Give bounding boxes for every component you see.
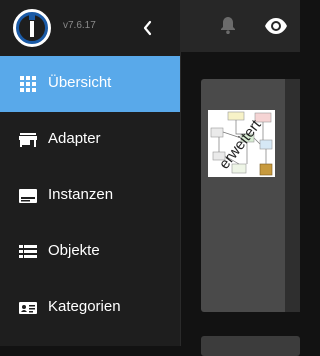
bell-icon [221, 17, 235, 34]
sidebar-item-label: Objekte [48, 242, 100, 259]
list-icon [18, 242, 38, 262]
sidebar-item-kategorien[interactable]: Kategorien [0, 280, 180, 336]
sidebar-item-label: Kategorien [48, 298, 121, 315]
collapse-sidebar-button[interactable] [138, 14, 158, 42]
instances-icon [18, 186, 38, 206]
sidebar-item-label: Übersicht [48, 74, 112, 91]
svg-text:erweitert: erweitert [216, 116, 265, 172]
card-image: erweitert [208, 110, 275, 177]
grid-icon [18, 74, 38, 94]
sidebar-item-label: Instanzen [48, 186, 114, 203]
content-divider [180, 52, 181, 346]
sidebar-item-instanzen[interactable]: Instanzen [0, 168, 180, 224]
notifications-button[interactable] [218, 15, 238, 35]
sidebar-item-objekte[interactable]: Objekte [0, 224, 180, 280]
chevron-left-icon [143, 20, 152, 36]
categories-icon [18, 298, 38, 318]
logo-icon[interactable] [12, 8, 52, 48]
sidebar-item-uebersicht[interactable]: Übersicht [0, 56, 180, 112]
card-image-caption: erweitert [216, 116, 265, 172]
sidebar-item-label: Adapter [48, 130, 101, 147]
top-bar [180, 0, 300, 52]
second-card[interactable] [201, 336, 300, 356]
sidebar-nav: Übersicht Adapter Instanzen Objekte Kate… [0, 56, 180, 336]
app-version: v7.6.17 [63, 20, 96, 31]
store-icon [18, 130, 38, 150]
visibility-toggle[interactable] [264, 14, 288, 38]
overview-card-edge [285, 79, 300, 312]
brand-header: v7.6.17 [0, 0, 180, 56]
eye-icon [265, 18, 287, 34]
sidebar-item-adapter[interactable]: Adapter [0, 112, 180, 168]
sidebar: v7.6.17 Übersicht Adapter Instanzen Obje… [0, 0, 180, 346]
